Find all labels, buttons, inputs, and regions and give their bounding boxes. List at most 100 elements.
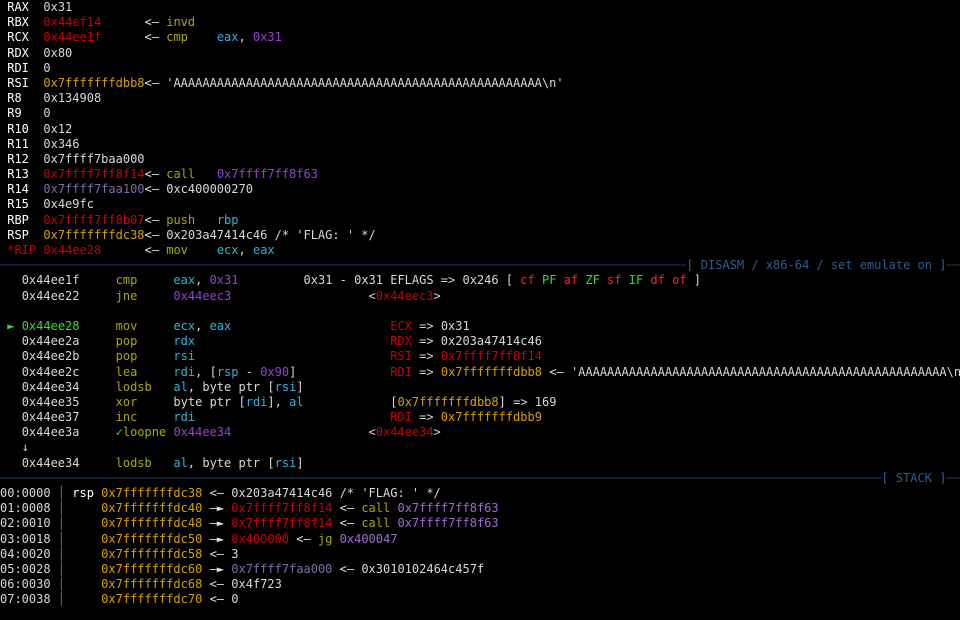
hex-literal: 0x7ffff7ff8f63 [216, 167, 318, 182]
stack-row[interactable]: 04:0020 │ 0x7fffffffdc58 <— 3 [0, 547, 960, 562]
left-arrow-icon: <— [549, 364, 564, 379]
disasm-row[interactable]: 0x44ee2c lea rdi, [rsp - 0x90] RDI => 0x… [0, 365, 960, 380]
size-keyword: ptr [238, 379, 261, 394]
register-name: RSI [7, 75, 37, 90]
eflags-flag: df [650, 273, 665, 288]
memory-address: 0x7fffffffdbb8 [397, 394, 499, 409]
register-operand: ecx [216, 243, 239, 257]
register-operand: eax [173, 273, 196, 288]
eflags-flag: cf [520, 273, 535, 288]
disasm-row[interactable]: 0x44ee2b pop rsi RSI => 0x7ffff7ff8f14 [0, 349, 960, 364]
disasm-row[interactable]: 0x44ee34 lodsb al, byte ptr [rsi] [0, 456, 960, 471]
eflags-flag: af [563, 273, 579, 288]
stack-index: 01:0008 [0, 501, 51, 516]
instruction-mnemonic: lodsb [115, 455, 174, 470]
annot-value: 0x7ffff7ff8f14 [440, 349, 542, 364]
register-name: RBX [7, 15, 37, 30]
hex-literal: 0x31 [209, 273, 239, 288]
instruction-mnemonic: loopne [122, 425, 174, 440]
stack-row[interactable]: 00:0000 │ rsp 0x7fffffffdc38 <— 0x203a47… [0, 486, 960, 501]
stack-row[interactable]: 02:0010 │ 0x7fffffffdc48 —► 0x7ffff7ff8f… [0, 516, 960, 531]
register-name: RDX [7, 45, 37, 60]
stack-index: 00:0000 [0, 486, 51, 500]
stack-gutter-divider: │ [50, 546, 66, 561]
disasm-row[interactable]: ► 0x44ee28 mov ecx, eax ECX => 0x31 [0, 319, 960, 334]
register-operand: rdi [173, 364, 196, 379]
register-annotation-string: 'AAAAAAAAAAAAAAAAAAAAAAAAAAAAAAAAAAAAAAA… [166, 75, 564, 90]
stack-register-label [72, 516, 101, 530]
stack-row[interactable]: 03:0018 │ 0x7fffffffdc50 —► 0x400000 <— … [0, 532, 960, 547]
punct: [ [238, 394, 246, 409]
right-arrow-icon: —► [209, 531, 225, 546]
left-arrow-icon: <— [209, 486, 225, 500]
stack-address: 0x7fffffffdc58 [101, 546, 203, 561]
punct: [ [267, 379, 275, 394]
instruction-mnemonic: lodsb [115, 379, 174, 394]
stack-row[interactable]: 06:0030 │ 0x7fffffffdc68 <— 0x4f723 [0, 577, 960, 592]
annot-bracket: ] [498, 394, 506, 409]
register-value: 0x80 [43, 45, 73, 60]
stack-register-label: rsp [72, 486, 102, 500]
stack-gutter-divider: │ [50, 531, 66, 546]
register-row: RSP 0x7fffffffdc38<— 0x203a47414c46 /* '… [0, 228, 960, 243]
stack-register-label [72, 562, 101, 576]
register-operand: eax [209, 318, 232, 333]
stack-index: 05:0028 [0, 561, 51, 576]
size-keyword: ptr [209, 394, 232, 409]
separator-line-left: ────────────────────────────────────────… [0, 470, 882, 485]
register-annotation-value: 0xc400000270 [166, 182, 253, 197]
left-arrow-icon: <— [209, 577, 225, 592]
stack-row[interactable]: 05:0028 │ 0x7fffffffdc60 —► 0x7ffff7faa0… [0, 562, 960, 577]
stack-row[interactable]: 01:0008 │ 0x7fffffffdc40 —► 0x7ffff7ff8f… [0, 501, 960, 516]
register-operand: rsi [173, 349, 196, 364]
register-operand: rdx [173, 334, 196, 349]
instruction-comment: 0x31 - 0x31 [303, 273, 383, 288]
disasm-row[interactable]: 0x44ee34 lodsb al, byte ptr [rsi] [0, 380, 960, 395]
stack-register-label [72, 577, 101, 591]
annot-bracket: < [368, 425, 376, 440]
registers-panel: RAX 0x31 RBX 0x44ef14 <— invd RCX 0x44ee… [0, 0, 960, 258]
branch-taken-icon: ✓ [115, 425, 123, 440]
register-row: R13 0x7ffff7ff8f14<— call 0x7ffff7ff8f63 [0, 167, 960, 182]
disassembly-panel: 0x44ee1f cmp eax, 0x31 0x31 - 0x31 EFLAG… [0, 273, 960, 470]
left-arrow-icon: <— [144, 75, 159, 90]
register-row: RBX 0x44ef14 <— invd [0, 15, 960, 30]
register-row: R12 0x7ffff7baa000 [0, 152, 960, 167]
stack-register-label [72, 547, 101, 561]
register-annotation-mnemonic: call [166, 167, 196, 182]
annot-register-name: RDX [390, 334, 412, 349]
eflags-flag: sf [607, 273, 622, 288]
stack-gutter-divider: │ [50, 577, 66, 592]
register-row: RDI 0 [0, 61, 960, 76]
annot-arrow: => [411, 318, 441, 333]
disasm-section-header: ────────────────────────────────────────… [0, 258, 960, 273]
disasm-row[interactable]: 0x44ee3a ✓loopne 0x44ee34 <0x44ee34> [0, 425, 960, 440]
disasm-row[interactable]: 0x44ee35 xor byte ptr [rdi], al [0x7ffff… [0, 395, 960, 410]
stack-chain-target: 0x7ffff7ff8f63 [397, 501, 499, 516]
hex-literal: 0x31 [252, 30, 282, 45]
disasm-jump-arrow-row: ↓ [0, 440, 960, 455]
disasm-row[interactable]: 0x44ee2a pop rdx RDX => 0x203a47414c46 [0, 334, 960, 349]
right-arrow-icon: —► [209, 501, 225, 516]
disasm-row[interactable]: 0x44ee37 inc rdi RDI => 0x7fffffffdbb9 [0, 410, 960, 425]
terminal-window[interactable]: RAX 0x31 RBX 0x44ef14 <— invd RCX 0x44ee… [0, 0, 960, 620]
size-keyword: byte [202, 455, 232, 470]
annot-arrow: => [411, 349, 441, 364]
eflags-label: EFLAGS => 0x246 [ [390, 273, 521, 288]
stack-row[interactable]: 07:0038 │ 0x7fffffffdc70 <— 0 [0, 592, 960, 607]
register-operand: ecx [173, 318, 196, 333]
stack-index: 04:0020 [0, 546, 51, 561]
instruction-address: 0x44ee2a [21, 334, 87, 349]
instruction-mnemonic: cmp [115, 273, 174, 288]
register-value: 0x44ef14 [43, 15, 145, 30]
register-operand: rbp [216, 212, 239, 227]
disasm-row[interactable]: 0x44ee1f cmp eax, 0x31 0x31 - 0x31 EFLAG… [0, 273, 960, 288]
register-annotation-mnemonic: cmp [166, 30, 188, 45]
stack-index: 03:0018 [0, 531, 51, 546]
hex-literal: 0x44eec3 [173, 288, 232, 303]
current-instruction-icon: ► [7, 318, 15, 333]
register-value: 0x7ffff7ff8f14 [43, 167, 145, 182]
register-value: 0x44ee1f [43, 30, 145, 45]
register-name: RSP [7, 227, 37, 242]
disasm-row[interactable]: 0x44ee22 jne 0x44eec3 <0x44eec3> [0, 289, 960, 304]
